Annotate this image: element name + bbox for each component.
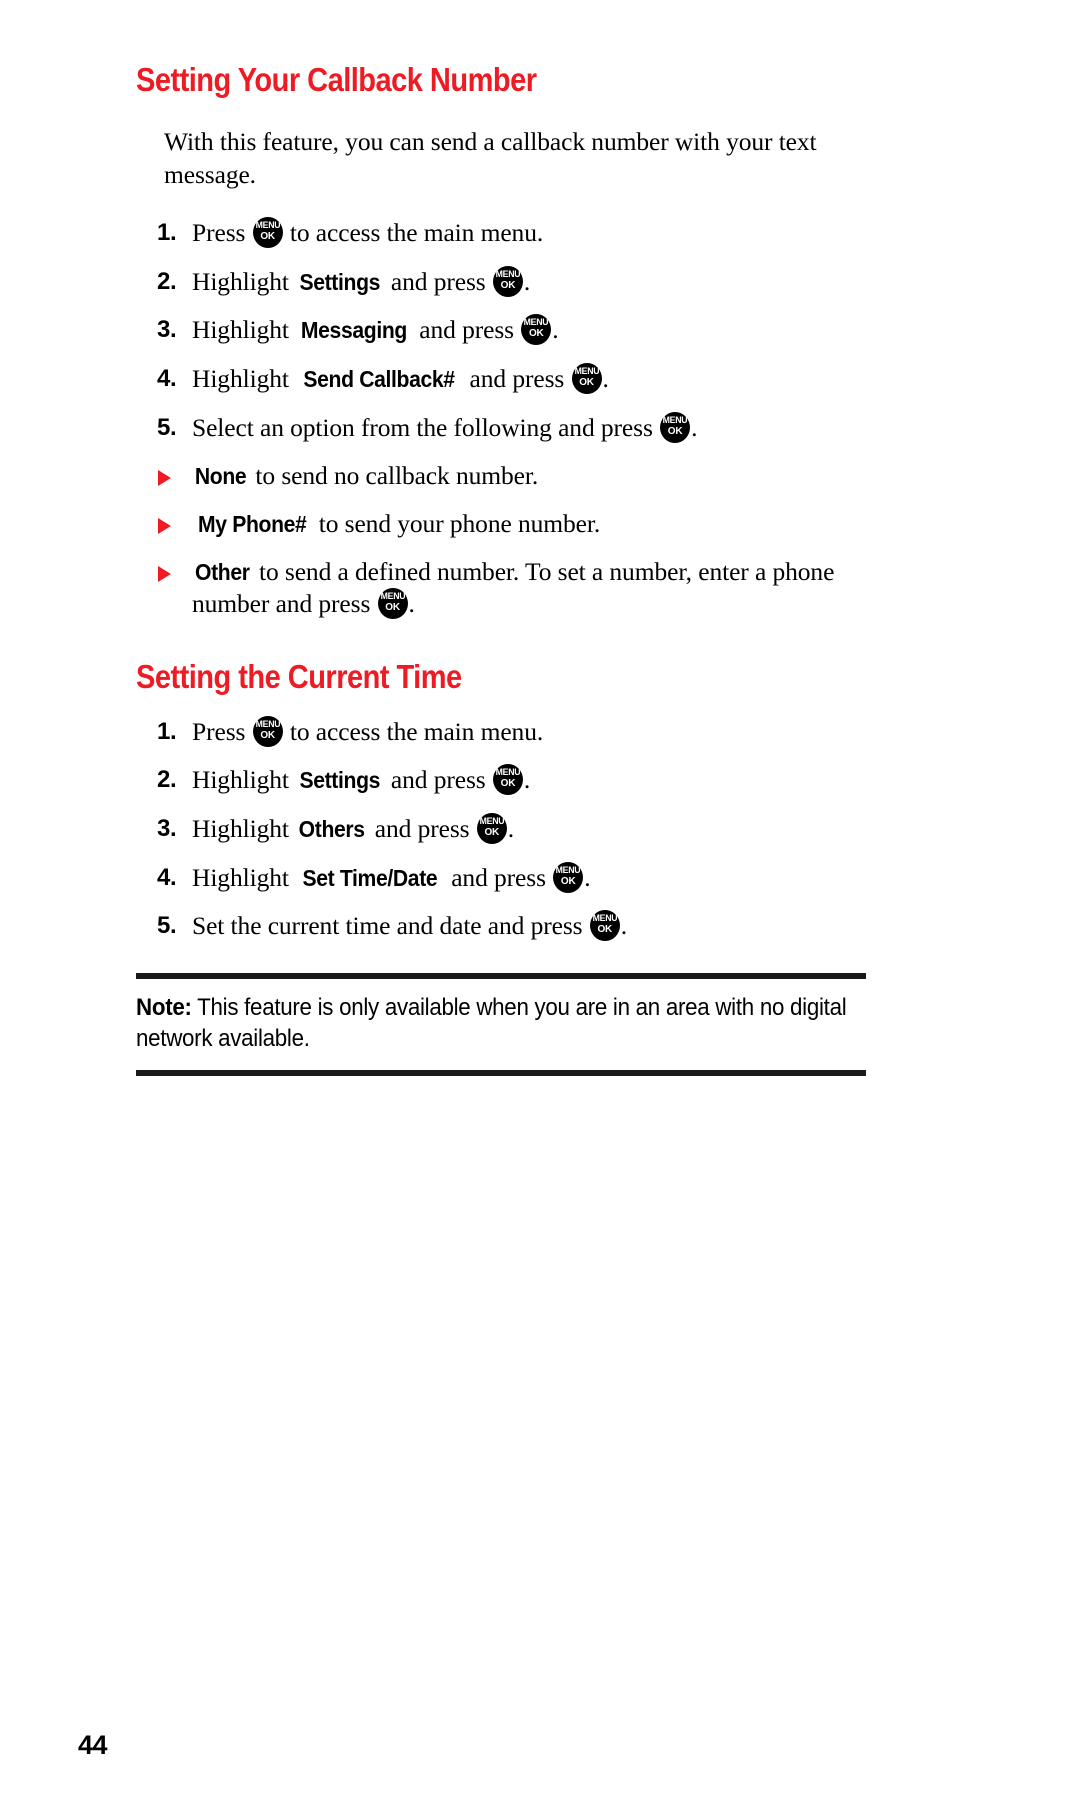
menu-ok-key-icon: MENU OK xyxy=(252,715,283,747)
section-heading-wrap: Setting Your Callback Number xyxy=(136,61,888,99)
menu-key-top-label: MENU xyxy=(495,767,521,779)
page-number: 44 xyxy=(78,1730,108,1760)
step-number: 1. xyxy=(157,717,177,745)
menu-key-bottom-label: OK xyxy=(260,729,275,741)
option-item: Other to send a defined number. To set a… xyxy=(136,556,888,621)
ui-term: Others xyxy=(298,816,365,843)
menu-ok-key-icon: MENU OK xyxy=(492,764,523,796)
menu-key-top-label: MENU xyxy=(255,718,280,730)
menu-key-bottom-label: OK xyxy=(500,778,516,790)
step-item: 5. Set the current time and date and pres… xyxy=(136,910,888,943)
menu-key-top-label: MENU xyxy=(574,366,599,378)
menu-key-top-label: MENU xyxy=(592,913,618,925)
step-item: 1. Press MENU OK to access the main menu. xyxy=(136,217,888,250)
ui-term: Other xyxy=(195,558,250,585)
menu-key-bottom-label: OK xyxy=(597,924,613,936)
step-list: 1. Press MENU OK to access the main menu. 2… xyxy=(136,217,888,444)
menu-key-bottom-label: OK xyxy=(260,231,275,243)
menu-key-top-label: MENU xyxy=(555,864,581,876)
step-text: Highlight Send Callback# and press MENU O… xyxy=(192,363,609,395)
menu-key-top-label: MENU xyxy=(255,220,280,232)
step-number: 4. xyxy=(157,365,177,393)
option-item: My Phone# to send your phone number. xyxy=(136,508,888,541)
step-number: 1. xyxy=(157,219,177,247)
ui-term: Settings xyxy=(299,767,381,794)
menu-key-bottom-label: OK xyxy=(579,377,594,389)
step-text: Set the current time and date and press … xyxy=(192,910,628,942)
step-number: 3. xyxy=(157,316,177,344)
section-heading-wrap: Setting the Current Time xyxy=(136,657,888,696)
option-text: Other to send a defined number. To set a… xyxy=(192,556,835,620)
step-number: 4. xyxy=(157,863,177,891)
step-item: 2. Highlight Settings and press MENU OK. xyxy=(136,764,888,797)
ui-term: Send Callback# xyxy=(303,366,456,393)
step-text: Select an option from the following and … xyxy=(192,411,698,443)
menu-ok-key-icon: MENU OK xyxy=(492,265,523,297)
note-label: Note: xyxy=(136,993,192,1021)
step-text: Highlight Settings and press MENU OK. xyxy=(192,265,531,297)
menu-key-bottom-label: OK xyxy=(528,328,544,340)
step-text: Highlight Others and press MENU OK. xyxy=(192,813,515,845)
menu-ok-key-icon: MENU OK xyxy=(377,588,408,620)
menu-ok-key-icon: MENU OK xyxy=(476,813,507,845)
step-text: Press MENU OK to access the main menu. xyxy=(192,715,544,747)
step-item: 2. Highlight Settings and press MENU OK. xyxy=(136,265,888,299)
option-text: My Phone# to send your phone number. xyxy=(198,508,601,538)
menu-key-bottom-label: OK xyxy=(500,279,516,291)
ui-term: Messaging xyxy=(301,317,408,344)
menu-key-top-label: MENU xyxy=(380,591,405,603)
manual-page: Setting Your Callback Number With this fe… xyxy=(0,0,1080,1800)
triangle-bullet-icon xyxy=(158,470,171,487)
step-item: 1. Press MENU OK to access the main menu. xyxy=(136,715,888,749)
menu-key-top-label: MENU xyxy=(662,414,688,426)
page-content: Setting Your Callback Number With this fe… xyxy=(136,61,888,1077)
step-text: Highlight Messaging and press MENU OK. xyxy=(192,314,559,346)
step-item: 3. Highlight Messaging and press MENU OK. xyxy=(136,314,888,347)
section-heading: Setting Your Callback Number xyxy=(136,61,537,98)
menu-ok-key-icon: MENU OK xyxy=(571,363,602,395)
option-text: None to send no callback number. xyxy=(194,461,539,491)
step-text: Highlight Settings and press MENU OK. xyxy=(192,764,531,796)
section-intro-paragraph: With this feature, you can send a callba… xyxy=(164,126,817,190)
menu-key-bottom-label: OK xyxy=(385,602,400,614)
step-text: Press MENU OK to access the main menu. xyxy=(192,217,544,249)
step-item: 5. Select an option from the following an… xyxy=(136,411,888,445)
step-text: Highlight Set Time/Date and press MENU OK… xyxy=(192,861,591,893)
sections-container: Setting Your Callback Number With this fe… xyxy=(136,61,888,943)
menu-ok-key-icon: MENU OK xyxy=(589,910,620,942)
step-number: 5. xyxy=(157,912,177,940)
ui-term: My Phone# xyxy=(198,510,307,537)
note-text: Note: This feature is only available whe… xyxy=(136,992,866,1054)
triangle-bullet-icon xyxy=(158,565,171,582)
option-list: None to send no callback number. My Phone… xyxy=(136,460,888,621)
step-item: 3. Highlight Others and press MENU OK. xyxy=(136,813,888,846)
menu-ok-key-icon: MENU OK xyxy=(660,411,691,443)
note-body: This feature is only available when you … xyxy=(136,993,847,1053)
menu-key-top-label: MENU xyxy=(523,317,549,329)
triangle-bullet-icon xyxy=(158,517,171,534)
menu-ok-key-icon: MENU OK xyxy=(553,861,584,893)
ui-term: Set Time/Date xyxy=(302,864,438,891)
menu-key-top-label: MENU xyxy=(495,268,521,280)
menu-key-top-label: MENU xyxy=(479,816,505,828)
menu-key-bottom-label: OK xyxy=(560,875,576,887)
step-number: 2. xyxy=(157,267,177,295)
step-number: 5. xyxy=(157,413,177,441)
step-number: 2. xyxy=(157,766,177,794)
step-item: 4. Highlight Send Callback# and press MEN… xyxy=(136,363,888,396)
note-box: Note: This feature is only available whe… xyxy=(136,972,866,1077)
menu-key-bottom-label: OK xyxy=(484,827,500,839)
step-number: 3. xyxy=(157,815,177,843)
ui-term: None xyxy=(194,463,247,490)
menu-ok-key-icon: MENU OK xyxy=(252,217,283,249)
step-item: 4. Highlight Set Time/Date and press MENU… xyxy=(136,861,888,895)
section-heading: Setting the Current Time xyxy=(136,657,462,695)
option-item: None to send no callback number. xyxy=(136,460,888,493)
menu-key-bottom-label: OK xyxy=(667,425,683,437)
menu-ok-key-icon: MENU OK xyxy=(521,314,552,346)
ui-term: Settings xyxy=(299,268,381,295)
step-list: 1. Press MENU OK to access the main menu. 2… xyxy=(136,715,888,943)
